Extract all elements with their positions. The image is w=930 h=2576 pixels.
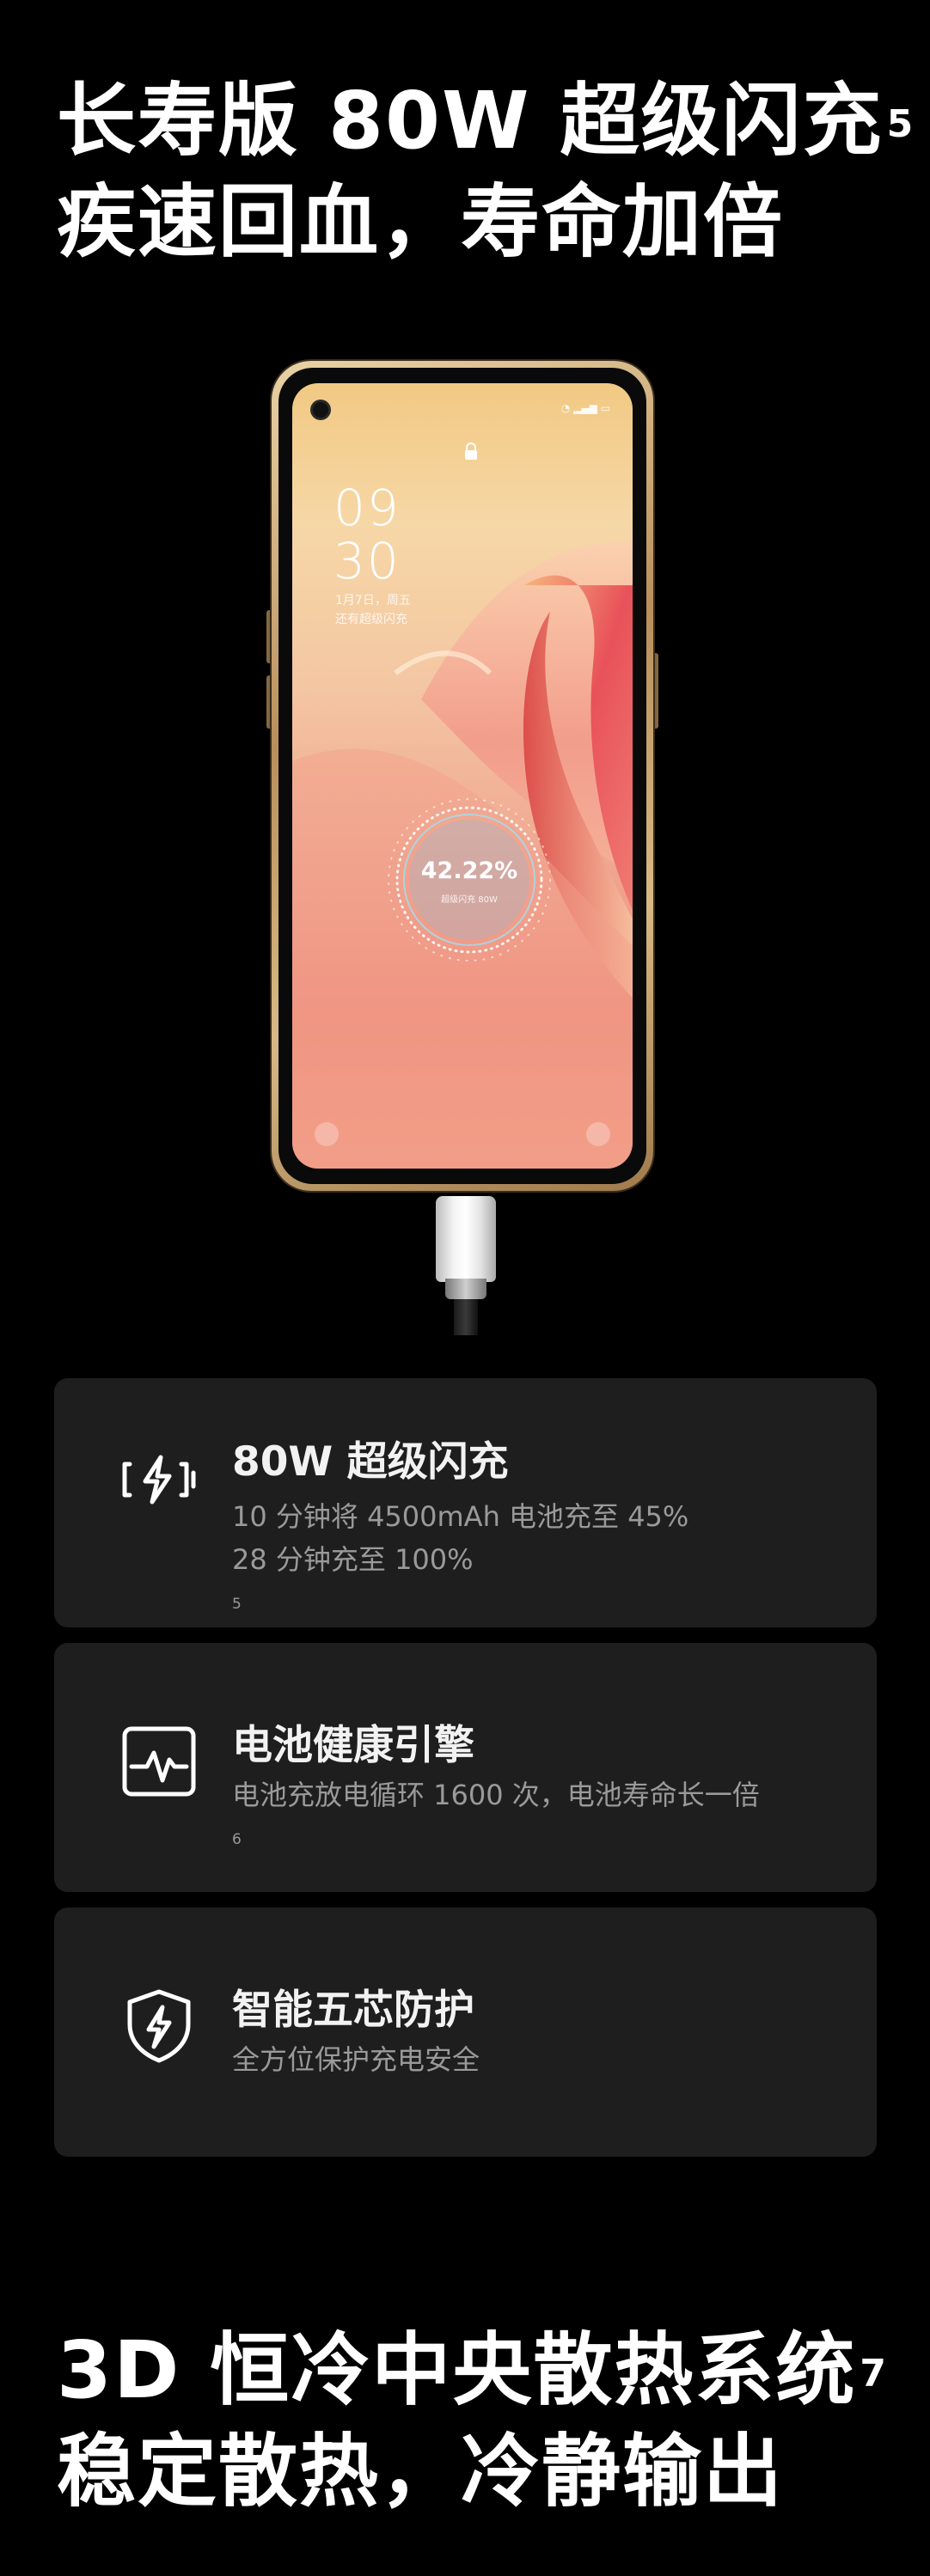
feature-title: 80W 超级闪充 [232, 1438, 509, 1486]
phone-bezel: ◔ ▂▄▆ ▭ 09 30 1月7日，周五 还有超级闪充 42.22% 超级闪充… [278, 368, 646, 1184]
status-bar-icons: ◔ ▂▄▆ ▭ [560, 402, 610, 414]
feature-description-line: 28 分钟充至 100% 5 [232, 1538, 688, 1624]
phone-image: ◔ ▂▄▆ ▭ 09 30 1月7日，周五 还有超级闪充 42.22% 超级闪充… [272, 361, 653, 1191]
cooling-headline-line1: 3D 恒冷中央散热系统7 [57, 2320, 888, 2421]
shield-bolt-icon [127, 1989, 191, 2063]
usb-cable-connector [436, 1196, 496, 1282]
phone-lockscreen: ◔ ▂▄▆ ▭ 09 30 1月7日，周五 还有超级闪充 42.22% 超级闪充… [292, 383, 633, 1169]
feature-card-protection: 智能五芯防护 全方位保护充电安全 [54, 1908, 877, 2157]
clock-minute: 30 [333, 532, 401, 590]
cooling-headline-line2: 稳定散热，冷静输出 [57, 2426, 785, 2518]
feature-card-charging: 80W 超级闪充 10 分钟将 4500mAh 电池充至 45% 28 分钟充至… [54, 1378, 877, 1627]
cooling-headline: 3D 恒冷中央散热系统7 稳定散热，冷静输出 [57, 2320, 888, 2523]
cooling-title-text: 3D 恒冷中央散热系统 [57, 2324, 857, 2416]
phone-power-button [653, 653, 658, 729]
feature-description: 电池充放电循环 1600 次，电池寿命长一倍 6 [232, 1773, 760, 1859]
feature-title: 电池健康引擎 [232, 1722, 474, 1769]
feature-description-text: 电池充放电循环 1600 次，电池寿命长一倍 [232, 1779, 760, 1811]
date-subline: 还有超级闪充 [335, 613, 407, 626]
camera-shortcut-icon [586, 1122, 610, 1146]
clock-hour: 09 [333, 479, 401, 537]
hero-headline: 长寿版 80W 超级闪充5 疾速回血，寿命加倍 [57, 70, 915, 273]
flashlight-shortcut-icon [315, 1122, 339, 1146]
feature-description-text: 28 分钟充至 100% [232, 1543, 474, 1576]
usb-cable-strain-relief [445, 1279, 486, 1299]
date-line: 1月7日，周五 [335, 594, 411, 607]
lockscreen-clock: 09 30 [333, 481, 401, 588]
hero-headline-line2: 疾速回血，寿命加倍 [57, 176, 785, 268]
footnote-marker: 7 [860, 2352, 889, 2396]
feature-description-line: 全方位保护充电安全 [232, 2043, 480, 2076]
front-camera [313, 402, 328, 418]
footnote-marker: 5 [232, 1596, 242, 1613]
feature-description: 全方位保护充电安全 [232, 2038, 480, 2081]
hero-headline-line1: 长寿版 80W 超级闪充5 [57, 70, 915, 172]
feature-title: 智能五芯防护 [232, 1987, 474, 2034]
footnote-marker: 6 [232, 1831, 242, 1848]
lockscreen-date: 1月7日，周五 还有超级闪充 [335, 591, 411, 629]
battery-health-icon [122, 1726, 196, 1797]
charge-percent: 42.22% [420, 858, 518, 884]
hero-title-text: 长寿版 80W 超级闪充 [57, 75, 884, 167]
footnote-marker: 5 [886, 102, 915, 146]
charging-bolt-icon [122, 1455, 196, 1505]
feature-description-line: 电池充放电循环 1600 次，电池寿命长一倍 6 [232, 1773, 760, 1859]
feature-description: 10 分钟将 4500mAh 电池充至 45% 28 分钟充至 100% 5 [232, 1495, 688, 1624]
charge-label: 超级闪充 80W [441, 895, 498, 905]
feature-card-battery-health: 电池健康引擎 电池充放电循环 1600 次，电池寿命长一倍 6 [54, 1643, 877, 1892]
feature-description-line: 10 分钟将 4500mAh 电池充至 45% [232, 1500, 689, 1533]
lock-icon [465, 443, 477, 460]
